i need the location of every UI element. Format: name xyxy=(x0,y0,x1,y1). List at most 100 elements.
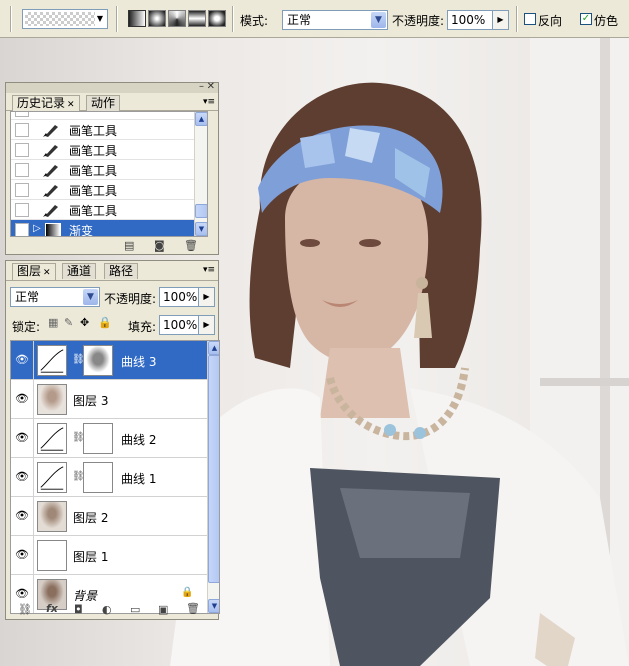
history-source-box[interactable] xyxy=(15,112,29,117)
history-panel: – ✕ 历史记录 ✕ 动作 ▾≡ 画笔工具 画笔工具 画笔工具 画笔工具 画笔工… xyxy=(5,81,219,255)
scroll-thumb[interactable] xyxy=(208,355,219,583)
mode-label: 模式: xyxy=(240,14,269,28)
tab-history[interactable]: 历史记录 ✕ xyxy=(12,95,80,112)
trash-icon[interactable]: 🗑 xyxy=(184,239,198,252)
visibility-eye-icon[interactable]: 👁 xyxy=(15,548,29,562)
brush-icon xyxy=(43,145,58,157)
new-document-from-state-icon[interactable]: ▤ xyxy=(124,239,134,252)
tab-channels[interactable]: 通道 xyxy=(62,263,97,279)
chevron-down-icon[interactable]: ▼ xyxy=(83,289,98,305)
list-item-selected[interactable]: ▷ 渐变 xyxy=(11,220,207,236)
close-icon[interactable]: ✕ xyxy=(43,268,51,278)
scroll-down-icon[interactable]: ▼ xyxy=(208,599,219,613)
dither-checkbox[interactable]: ✓ xyxy=(580,13,592,25)
angle-gradient-icon[interactable] xyxy=(168,10,186,27)
gradient-preview xyxy=(25,12,95,26)
chevron-down-icon[interactable]: ▼ xyxy=(94,11,106,27)
arrow-right-icon[interactable]: ▶ xyxy=(198,288,214,306)
history-source-box[interactable] xyxy=(15,183,29,197)
lock-label: 锁定: xyxy=(12,320,41,334)
layer-mask-thumbnail[interactable] xyxy=(83,345,113,376)
reflected-gradient-icon[interactable] xyxy=(188,10,206,27)
list-item[interactable]: 画笔工具 xyxy=(11,140,207,160)
history-item-label: 画笔工具 xyxy=(69,204,118,218)
list-item[interactable]: 画笔工具 xyxy=(11,200,207,220)
arrow-right-icon[interactable]: ▶ xyxy=(198,316,214,334)
layer-row[interactable]: 👁 ⛓ 曲线 2 xyxy=(11,419,207,458)
lock-all-icon[interactable]: 🔒 xyxy=(98,316,112,329)
visibility-eye-icon[interactable]: 👁 xyxy=(15,470,29,484)
panel-menu-icon[interactable]: ▾≡ xyxy=(203,265,215,275)
close-icon[interactable]: ✕ xyxy=(67,100,75,110)
list-item[interactable]: 画笔工具 xyxy=(11,120,207,140)
history-source-box[interactable] xyxy=(15,123,29,137)
adjustment-layer-icon[interactable]: ◐ xyxy=(102,603,112,616)
gradient-picker[interactable]: ▼ xyxy=(22,9,108,29)
opacity-value: 100% xyxy=(451,13,486,27)
layer-row[interactable]: 👁 ⛓ 曲线 1 xyxy=(11,458,207,497)
tab-actions[interactable]: 动作 xyxy=(86,95,121,111)
layer-row[interactable]: 👁 图层 2 xyxy=(11,497,207,536)
visibility-eye-icon[interactable]: 👁 xyxy=(15,431,29,445)
scroll-down-icon[interactable]: ▼ xyxy=(195,222,207,236)
layer-row[interactable]: 👁 图层 1 xyxy=(11,536,207,575)
lock-transparency-icon[interactable]: ▦ xyxy=(48,316,58,329)
layers-scrollbar[interactable]: ▲ ▼ xyxy=(207,341,219,613)
history-source-box[interactable] xyxy=(15,163,29,177)
chevron-down-icon[interactable]: ▼ xyxy=(371,12,386,28)
brush-icon xyxy=(43,185,58,197)
tab-label: 通道 xyxy=(67,264,92,278)
layer-style-fx-icon[interactable]: fx xyxy=(46,602,58,615)
lock-pixels-icon[interactable]: ✎ xyxy=(64,316,73,329)
history-source-box[interactable] xyxy=(15,203,29,217)
close-icon[interactable]: ✕ xyxy=(207,81,215,92)
tab-layers[interactable]: 图层 ✕ xyxy=(12,263,56,280)
list-item[interactable] xyxy=(11,112,207,120)
layer-mask-thumbnail[interactable] xyxy=(83,462,113,493)
list-item[interactable]: 画笔工具 xyxy=(11,180,207,200)
brush-icon xyxy=(43,165,58,177)
list-item[interactable]: 画笔工具 xyxy=(11,160,207,180)
new-snapshot-icon[interactable]: ◙ xyxy=(154,239,165,252)
layers-panel: 图层 ✕ 通道 路径 ▾≡ 正常 ▼ 不透明度: 100% ▶ 锁定: ▦ ✎ ✥… xyxy=(5,260,220,620)
tool-options-bar: ▼ 模式: 正常 ▼ 不透明度: 100% ▶ 反向 ✓ 仿色 xyxy=(0,0,629,38)
new-group-icon[interactable]: ▭ xyxy=(130,603,140,616)
linear-gradient-icon[interactable] xyxy=(128,10,146,27)
visibility-eye-icon[interactable]: 👁 xyxy=(15,392,29,406)
visibility-eye-icon[interactable]: 👁 xyxy=(15,587,29,601)
scroll-thumb[interactable] xyxy=(195,204,207,218)
minimize-icon[interactable]: – xyxy=(199,81,204,92)
add-mask-icon[interactable]: ◘ xyxy=(74,603,83,616)
curves-adjustment-icon xyxy=(37,345,67,376)
scroll-up-icon[interactable]: ▲ xyxy=(208,341,219,355)
opacity-input[interactable]: 100% ▶ xyxy=(447,10,509,30)
layer-opacity-input[interactable]: 100% ▶ xyxy=(159,287,215,307)
visibility-eye-icon[interactable]: 👁 xyxy=(15,353,29,367)
row-divider xyxy=(33,497,34,536)
layer-mask-thumbnail[interactable] xyxy=(83,423,113,454)
lock-position-icon[interactable]: ✥ xyxy=(80,316,89,329)
panel-menu-icon[interactable]: ▾≡ xyxy=(203,97,215,107)
mode-select[interactable]: 正常 ▼ xyxy=(282,10,388,30)
arrow-right-icon[interactable]: ▶ xyxy=(492,11,508,29)
link-layers-icon[interactable]: ⛓ xyxy=(18,603,32,616)
panel-titlebar[interactable]: – ✕ xyxy=(6,81,218,93)
tab-paths[interactable]: 路径 xyxy=(104,263,139,279)
history-list: 画笔工具 画笔工具 画笔工具 画笔工具 画笔工具 ▷ 渐变 ▲ ▼ xyxy=(10,111,208,237)
reverse-checkbox[interactable] xyxy=(524,13,536,25)
visibility-eye-icon[interactable]: 👁 xyxy=(15,509,29,523)
layer-thumbnail xyxy=(37,501,67,532)
history-source-box[interactable] xyxy=(15,143,29,157)
new-layer-icon[interactable]: ▣ xyxy=(158,603,168,616)
trash-icon[interactable]: 🗑 xyxy=(186,602,200,615)
layer-row[interactable]: 👁 ⛓ 曲线 3 xyxy=(11,341,207,380)
radial-gradient-icon[interactable] xyxy=(148,10,166,27)
fill-input[interactable]: 100% ▶ xyxy=(159,315,215,335)
scroll-up-icon[interactable]: ▲ xyxy=(195,112,207,126)
history-scrollbar[interactable]: ▲ ▼ xyxy=(194,112,207,236)
history-source-box[interactable] xyxy=(15,223,29,236)
row-divider xyxy=(33,380,34,419)
blend-mode-select[interactable]: 正常 ▼ xyxy=(10,287,100,307)
diamond-gradient-icon[interactable] xyxy=(208,10,226,27)
layer-row[interactable]: 👁 图层 3 xyxy=(11,380,207,419)
